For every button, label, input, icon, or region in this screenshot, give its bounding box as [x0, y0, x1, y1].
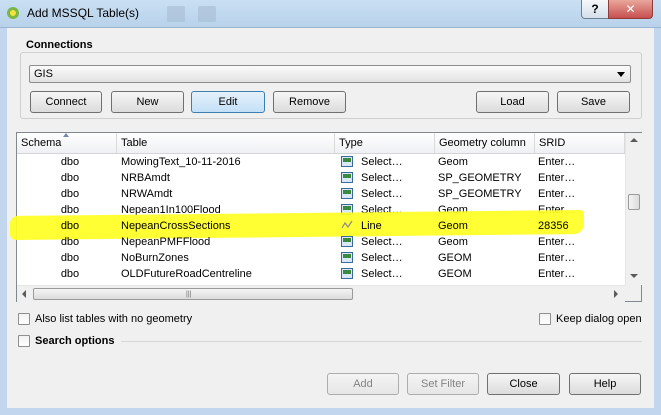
- close-button[interactable]: Close: [487, 373, 560, 395]
- type-select[interactable]: Select…: [339, 250, 435, 266]
- line-type-icon: [341, 220, 353, 229]
- window-title: Add MSSQL Table(s): [27, 6, 140, 20]
- srid-input[interactable]: Enter…: [538, 250, 624, 266]
- remove-button[interactable]: Remove: [273, 91, 346, 113]
- type-select[interactable]: Select…: [339, 266, 435, 282]
- no-geometry-label: Also list tables with no geometry: [35, 313, 193, 325]
- table-row-selected[interactable]: dbo NepeanCrossSections Line Geom 28356: [17, 218, 625, 234]
- chevron-down-icon[interactable]: [617, 72, 625, 77]
- table-type-icon: [341, 236, 353, 247]
- table-type-icon: [341, 252, 353, 263]
- column-header-table[interactable]: Table: [117, 133, 335, 153]
- table-row[interactable]: dbo OLDFutureRoadCentreline Select… GEOM…: [17, 266, 625, 282]
- type-select[interactable]: Select…: [339, 234, 435, 250]
- title-bar[interactable]: Add MSSQL Table(s) ? ✕: [0, 0, 661, 28]
- search-options-divider: [121, 341, 642, 342]
- edit-button[interactable]: Edit: [191, 91, 265, 113]
- table-row[interactable]: dbo NepeanPMFFlood Select… Geom Enter…: [17, 234, 625, 250]
- search-options-label: Search options: [35, 335, 115, 347]
- qgis-app-icon: [7, 7, 19, 19]
- no-geometry-checkbox[interactable]: [18, 313, 30, 325]
- add-button[interactable]: Add: [327, 373, 399, 395]
- background-window-icon: [167, 6, 185, 22]
- srid-input[interactable]: Enter…: [538, 266, 624, 282]
- save-button[interactable]: Save: [557, 91, 630, 113]
- help-title-button[interactable]: ?: [581, 0, 609, 19]
- sort-ascending-icon: [63, 133, 69, 137]
- close-window-button[interactable]: ✕: [608, 0, 653, 19]
- help-button[interactable]: Help: [569, 373, 641, 395]
- keep-open-label: Keep dialog open: [556, 313, 642, 325]
- search-options-checkbox[interactable]: [18, 335, 30, 347]
- srid-input[interactable]: 28356: [538, 218, 624, 234]
- connect-button[interactable]: Connect: [30, 91, 102, 113]
- table-body-lower: dbo NepeanCrossSections Line Geom 28356 …: [17, 153, 625, 284]
- column-header-srid[interactable]: SRID: [535, 133, 625, 153]
- table-row[interactable]: dbo NoBurnZones Select… GEOM Enter…: [17, 250, 625, 266]
- set-filter-button[interactable]: Set Filter: [407, 373, 479, 395]
- table-type-icon: [341, 268, 353, 279]
- window-frame-left: [0, 28, 7, 415]
- connection-select-value: GIS: [34, 68, 53, 80]
- load-button[interactable]: Load: [476, 91, 549, 113]
- window-frame-bottom: [0, 408, 661, 415]
- connections-label: Connections: [26, 39, 93, 51]
- srid-input[interactable]: Enter…: [538, 234, 624, 250]
- type-select[interactable]: Line: [339, 218, 435, 234]
- table-header: Schema Table Type Geometry column SRID: [17, 133, 625, 154]
- window-frame-right: [654, 28, 661, 415]
- column-header-schema[interactable]: Schema: [17, 133, 117, 153]
- background-window-icon: [198, 6, 216, 22]
- keep-open-checkbox[interactable]: [539, 313, 551, 325]
- column-header-geometry[interactable]: Geometry column: [435, 133, 535, 153]
- connection-select[interactable]: GIS: [29, 65, 631, 83]
- column-header-type[interactable]: Type: [335, 133, 435, 153]
- new-button[interactable]: New: [111, 91, 184, 113]
